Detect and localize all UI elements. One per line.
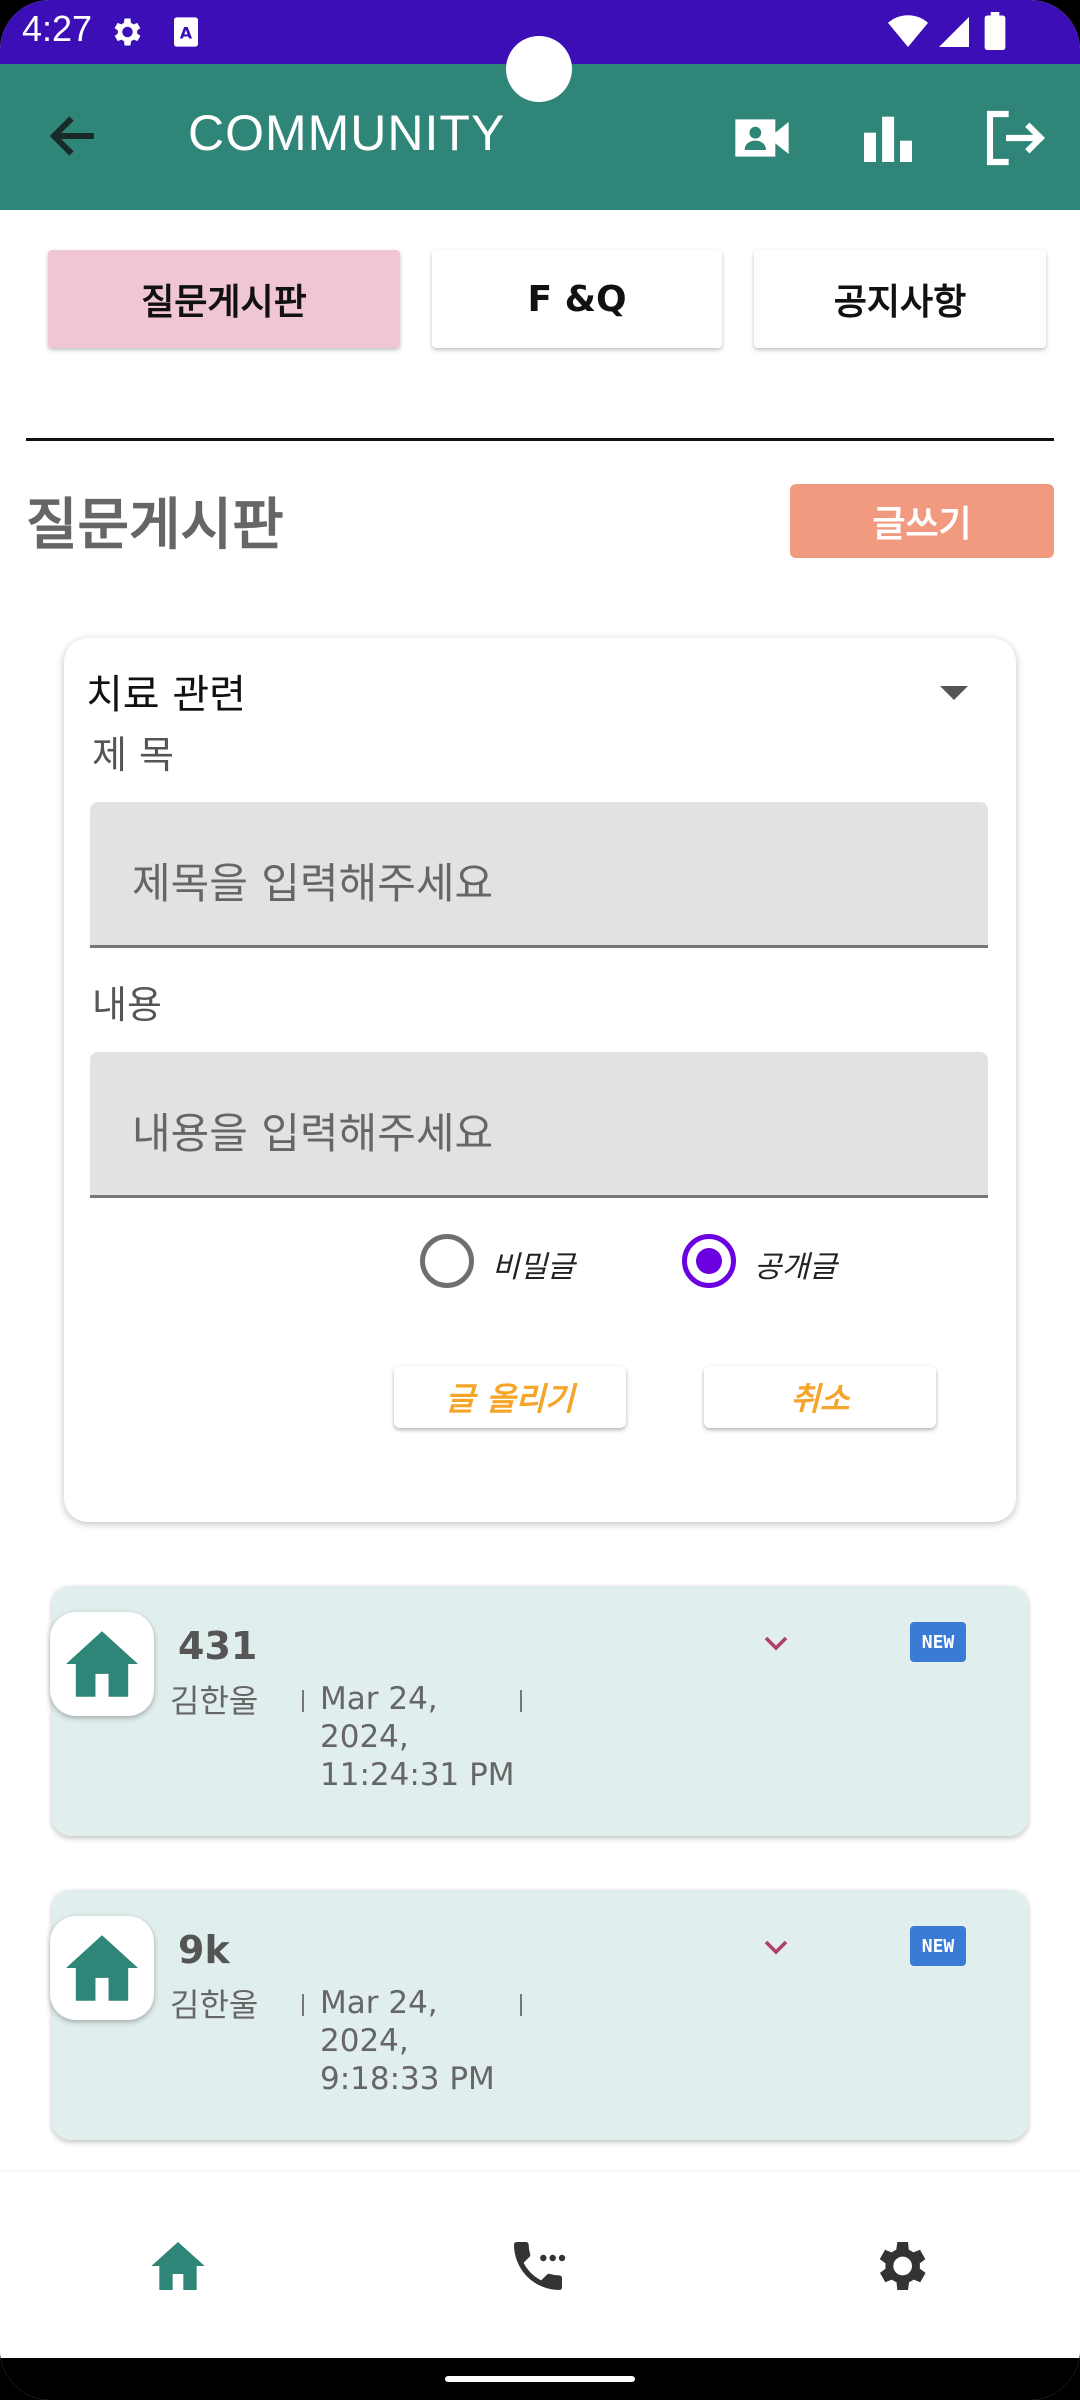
post-item[interactable]: 9k 김한울 Mar 24, 2024, 9:18:33 PM NEW [50, 1890, 1028, 2140]
title-input[interactable]: 제목을 입력해주세요 [90, 802, 988, 948]
separator [520, 1690, 522, 1712]
chevron-down-icon[interactable] [762, 1634, 790, 1654]
post-author: 김한울 [170, 1986, 259, 2024]
radio-private[interactable] [420, 1234, 474, 1288]
title-placeholder: 제목을 입력해주세요 [132, 859, 494, 908]
svg-text:A: A [180, 24, 193, 43]
section-title: 질문게시판 [26, 493, 284, 558]
title-label: 제 목 [92, 733, 174, 777]
settings-icon[interactable] [868, 2234, 932, 2298]
post-form-card: 치료 관련 제 목 제목을 입력해주세요 내용 내용을 입력해주세요 비밀글 공… [64, 638, 1016, 1522]
gesture-handle[interactable] [445, 2376, 635, 2382]
tab-question-board[interactable]: 질문게시판 [48, 250, 400, 348]
bar-chart-icon[interactable] [856, 106, 920, 170]
tab-notice[interactable]: 공지사항 [754, 250, 1046, 348]
content-placeholder: 내용을 입력해주세요 [132, 1109, 494, 1158]
logout-icon[interactable] [982, 106, 1046, 170]
post-title: 9k [178, 1928, 230, 1972]
app-title: COMMUNITY [188, 105, 506, 161]
screen: 4:27 A COMMUNITY 질문게시판 F &Q 공지사항 질문게시판 글… [0, 0, 1080, 2400]
bottom-nav [0, 2172, 1080, 2358]
home-icon [66, 1935, 138, 2001]
signal-icon [939, 17, 969, 47]
tab-faq[interactable]: F &Q [432, 250, 722, 348]
status-time: 4:27 [22, 8, 93, 49]
divider [26, 438, 1054, 441]
post-item[interactable]: 431 김한울 Mar 24, 2024, 11:24:31 PM NEW [50, 1586, 1028, 1836]
camera-cutout [506, 36, 572, 102]
dropdown-arrow-icon[interactable] [940, 686, 968, 700]
write-button[interactable]: 글쓰기 [790, 484, 1054, 558]
post-date: Mar 24, 2024, 11:24:31 PM [320, 1681, 515, 1793]
content-input[interactable]: 내용을 입력해주세요 [90, 1052, 988, 1198]
avatar [50, 1612, 154, 1716]
chevron-down-icon[interactable] [762, 1938, 790, 1958]
radio-public[interactable] [682, 1234, 736, 1288]
settings-status-icon [114, 18, 141, 46]
new-badge: NEW [910, 1926, 966, 1966]
separator [520, 1994, 522, 2016]
post-title: 431 [178, 1624, 258, 1668]
gesture-bar [0, 2358, 1080, 2400]
radio-private-label: 비밀글 [492, 1250, 575, 1285]
radio-public-label: 공개글 [754, 1250, 837, 1285]
wifi-icon [888, 15, 928, 48]
accessibility-status-icon: A [174, 17, 198, 47]
home-icon [66, 1631, 138, 1697]
submit-post-button[interactable]: 글 올리기 [394, 1366, 626, 1428]
cancel-button[interactable]: 취소 [704, 1366, 936, 1428]
category-select[interactable]: 치료 관련 [86, 662, 246, 720]
separator [302, 1994, 304, 2016]
content-label: 내용 [92, 983, 162, 1027]
separator [302, 1690, 304, 1712]
avatar [50, 1916, 154, 2020]
post-author: 김한울 [170, 1682, 259, 1720]
battery-icon [984, 12, 1006, 50]
post-date: Mar 24, 2024, 9:18:33 PM [320, 1985, 495, 2097]
new-badge: NEW [910, 1622, 966, 1662]
phone-icon[interactable] [506, 2234, 570, 2298]
home-icon[interactable] [146, 2234, 210, 2298]
video-call-icon[interactable] [730, 106, 794, 170]
back-arrow-icon[interactable] [44, 106, 104, 166]
